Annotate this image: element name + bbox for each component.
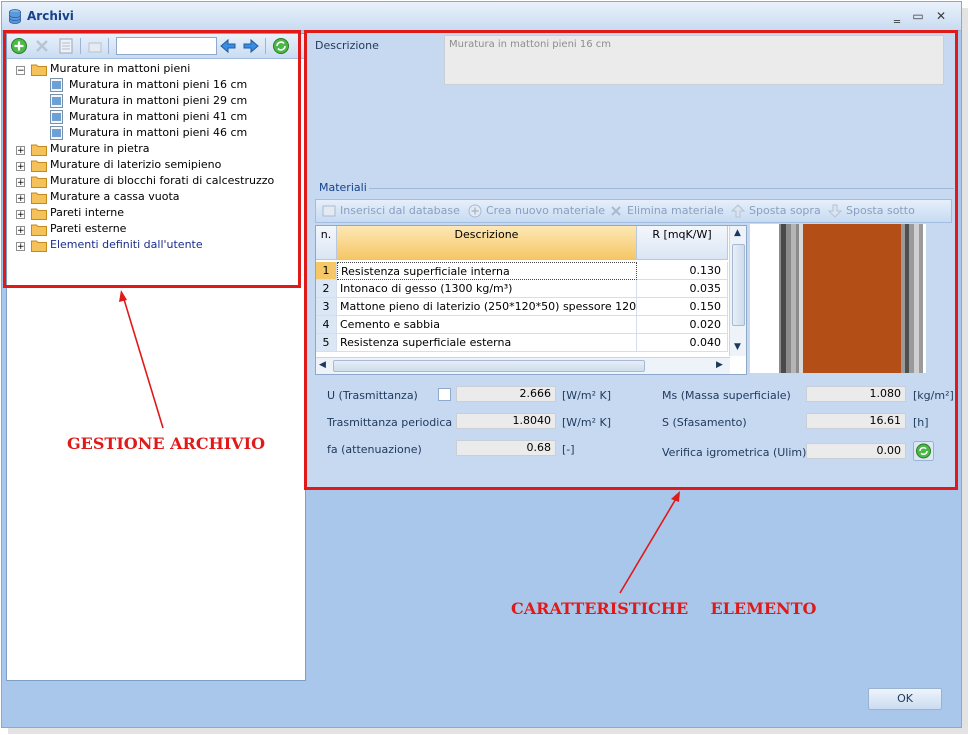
- maximize-button[interactable]: ▭: [910, 8, 926, 24]
- database-icon: [9, 9, 21, 24]
- close-button[interactable]: ✕: [933, 8, 949, 24]
- archive-management-annotation: GESTIONE ARCHIVIO: [67, 434, 266, 453]
- ok-button[interactable]: OK: [868, 688, 942, 710]
- element-highlight-box: [304, 30, 958, 490]
- window-title: Archivi: [27, 9, 74, 23]
- minimize-button[interactable]: ‗: [889, 8, 905, 24]
- element-characteristics-annotation: CARATTERISTICHE ELEMENTO: [511, 599, 817, 618]
- archive-highlight-box: [3, 30, 301, 288]
- title-bar: Archivi ‗ ▭ ✕: [2, 2, 961, 31]
